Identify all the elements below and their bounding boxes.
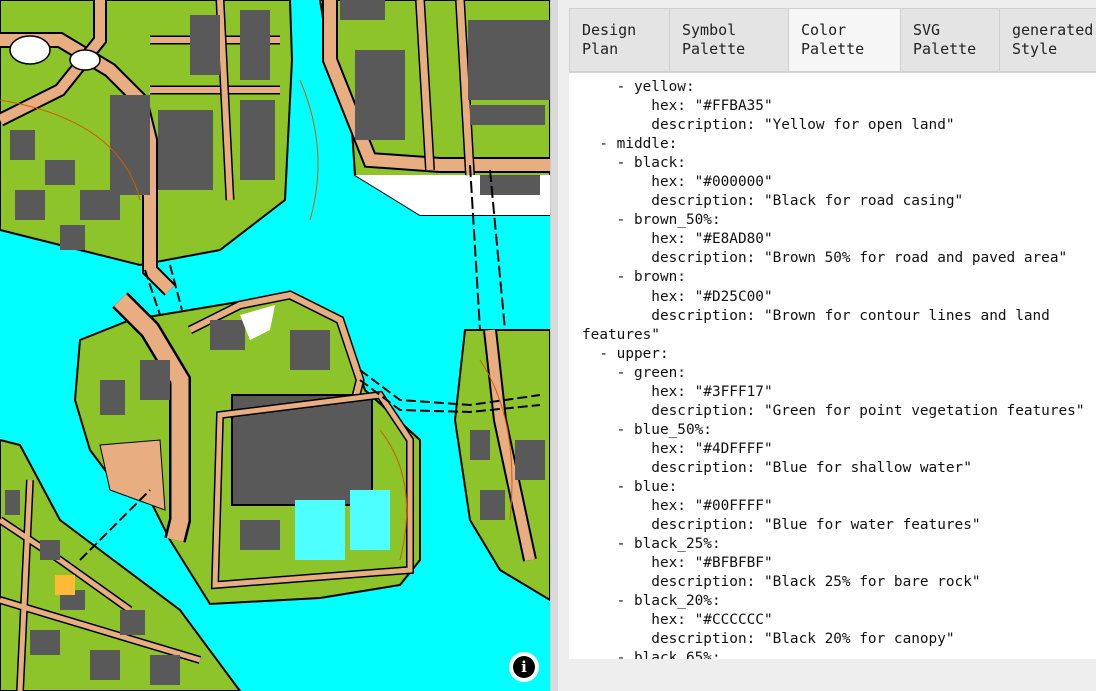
pane-divider[interactable] — [550, 0, 558, 691]
map-canvas[interactable] — [0, 0, 550, 691]
info-button[interactable]: i — [509, 652, 539, 682]
info-icon: i — [513, 656, 535, 678]
tab-generated-style[interactable]: generated Style — [999, 8, 1096, 72]
tab-svg-palette[interactable]: SVG Palette — [900, 8, 999, 72]
tab-color-palette[interactable]: Color Palette — [788, 8, 900, 72]
color-palette-yaml: - yellow: hex: "#FFBA35" description: "Y… — [582, 79, 1085, 659]
color-palette-content[interactable]: - yellow: hex: "#FFBA35" description: "Y… — [569, 72, 1096, 659]
tab-bar: Design Plan Symbol Palette Color Palette… — [569, 8, 1096, 72]
side-panel: Design Plan Symbol Palette Color Palette… — [558, 0, 1096, 691]
map-view[interactable]: i — [0, 0, 550, 691]
tab-design-plan[interactable]: Design Plan — [569, 8, 669, 72]
tab-symbol-palette[interactable]: Symbol Palette — [669, 8, 788, 72]
